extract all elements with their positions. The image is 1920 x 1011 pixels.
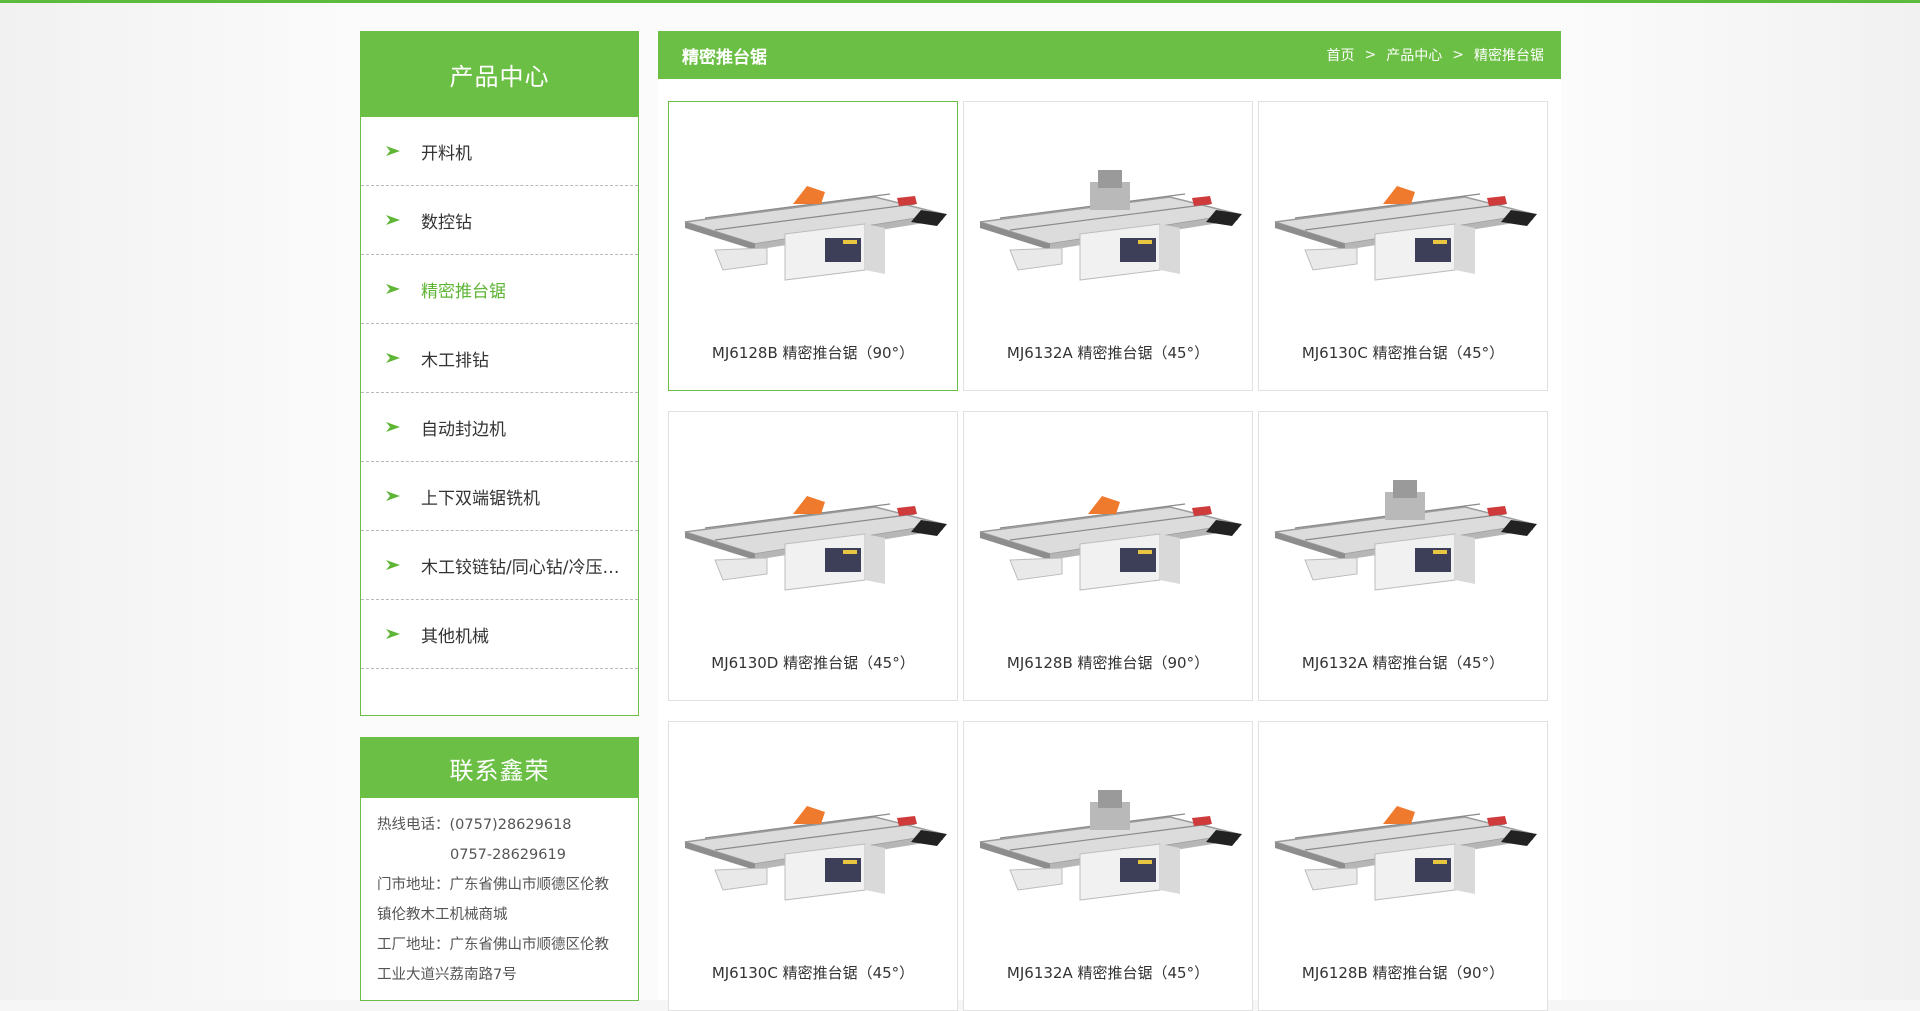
green-arrow-icon [385, 283, 401, 295]
green-arrow-icon [385, 145, 401, 157]
sidebar-category-item[interactable]: 木工排钻 [361, 324, 638, 393]
sidebar: 产品中心 开料机数控钻精密推台锯木工排钻自动封边机上下双端锯铣机木工铰链钻/同心… [360, 31, 639, 1001]
product-image[interactable] [1265, 462, 1543, 612]
sidebar-category-item[interactable]: 上下双端锯铣机 [361, 462, 638, 531]
contact-title: 联系鑫荣 [361, 738, 638, 798]
hotline-number-2: 0757-28629619 [450, 847, 566, 863]
product-title[interactable]: MJ6130C 精密推台锯（45°） [669, 962, 957, 983]
sidebar-category-label: 数控钻 [421, 212, 472, 233]
product-card[interactable]: MJ6132A 精密推台锯（45°） [963, 101, 1253, 391]
green-arrow-icon [385, 628, 401, 640]
green-arrow-icon [385, 352, 401, 364]
product-card[interactable]: MJ6130D 精密推台锯（45°） [668, 411, 958, 701]
product-image[interactable] [970, 152, 1248, 302]
product-card[interactable]: MJ6128B 精密推台锯（90°） [963, 411, 1253, 701]
store-address-line2: 镇伦教木工机械商城 [377, 907, 508, 923]
sidebar-category-label: 木工铰链钻/同心钻/冷压机... [421, 557, 636, 578]
category-list: 开料机数控钻精密推台锯木工排钻自动封边机上下双端锯铣机木工铰链钻/同心钻/冷压机… [361, 117, 638, 669]
main-content: 精密推台锯 首页 > 产品中心 > 精密推台锯 MJ6128B 精密推台锯（90… [658, 31, 1561, 1011]
product-title[interactable]: MJ6132A 精密推台锯（45°） [964, 342, 1252, 363]
product-card[interactable]: MJ6128B 精密推台锯（90°） [1258, 721, 1548, 1011]
product-title[interactable]: MJ6130C 精密推台锯（45°） [1259, 342, 1547, 363]
green-arrow-icon [385, 214, 401, 226]
sidebar-category-item[interactable]: 数控钻 [361, 186, 638, 255]
product-image[interactable] [970, 772, 1248, 922]
contact-panel: 联系鑫荣 热线电话： (0757)28629618 0757-28629619 … [360, 737, 639, 1001]
sidebar-category-label: 其他机械 [421, 626, 489, 647]
breadcrumb: 首页 > 产品中心 > 精密推台锯 [1327, 45, 1544, 65]
store-address-label: 门市地址： [377, 877, 450, 893]
contact-info: 热线电话： (0757)28629618 0757-28629619 门市地址：… [361, 798, 638, 1000]
product-image[interactable] [1265, 152, 1543, 302]
hotline-number-1: (0757)28629618 [449, 817, 572, 833]
product-center-title: 产品中心 [361, 32, 638, 117]
sidebar-category-item[interactable]: 自动封边机 [361, 393, 638, 462]
factory-address-line1: 广东省佛山市顺德区伦教 [449, 937, 610, 953]
product-image[interactable] [970, 462, 1248, 612]
sidebar-category-label: 木工排钻 [421, 350, 489, 371]
green-arrow-icon [385, 421, 401, 433]
product-image[interactable] [675, 462, 953, 612]
breadcrumb-separator: > [1452, 47, 1464, 63]
main-header: 精密推台锯 首页 > 产品中心 > 精密推台锯 [658, 31, 1561, 79]
sidebar-category-item[interactable]: 其他机械 [361, 600, 638, 669]
product-title[interactable]: MJ6130D 精密推台锯（45°） [669, 652, 957, 673]
sidebar-category-item[interactable]: 木工铰链钻/同心钻/冷压机... [361, 531, 638, 600]
sidebar-category-item[interactable]: 精密推台锯 [361, 255, 638, 324]
product-title[interactable]: MJ6128B 精密推台锯（90°） [964, 652, 1252, 673]
breadcrumb-products-link[interactable]: 产品中心 [1386, 45, 1442, 65]
sidebar-category-item[interactable]: 开料机 [361, 117, 638, 186]
breadcrumb-separator: > [1364, 47, 1377, 63]
product-card[interactable]: MJ6132A 精密推台锯（45°） [1258, 411, 1548, 701]
page-title: 精密推台锯 [682, 47, 767, 68]
sidebar-category-label: 开料机 [421, 143, 472, 164]
product-center-panel: 产品中心 开料机数控钻精密推台锯木工排钻自动封边机上下双端锯铣机木工铰链钻/同心… [360, 31, 639, 716]
store-address-line1: 广东省佛山市顺德区伦教 [449, 877, 610, 893]
green-arrow-icon [385, 559, 401, 571]
product-image[interactable] [1265, 772, 1543, 922]
product-title[interactable]: MJ6128B 精密推台锯（90°） [1259, 962, 1547, 983]
product-title[interactable]: MJ6132A 精密推台锯（45°） [964, 962, 1252, 983]
product-title[interactable]: MJ6132A 精密推台锯（45°） [1259, 652, 1547, 673]
product-card[interactable]: MJ6132A 精密推台锯（45°） [963, 721, 1253, 1011]
sidebar-category-label: 自动封边机 [421, 419, 506, 440]
hotline-label: 热线电话： [377, 817, 450, 833]
sidebar-category-label: 精密推台锯 [421, 281, 506, 302]
product-image[interactable] [675, 772, 953, 922]
factory-address-line2: 工业大道兴荔南路7号 [377, 967, 517, 983]
breadcrumb-home-link[interactable]: 首页 [1327, 45, 1355, 65]
product-card[interactable]: MJ6128B 精密推台锯（90°） [668, 101, 958, 391]
product-title[interactable]: MJ6128B 精密推台锯（90°） [669, 342, 957, 363]
product-card[interactable]: MJ6130C 精密推台锯（45°） [668, 721, 958, 1011]
product-image[interactable] [675, 152, 953, 302]
breadcrumb-current: 精密推台锯 [1474, 48, 1544, 64]
green-arrow-icon [385, 490, 401, 502]
sidebar-category-label: 上下双端锯铣机 [421, 488, 540, 509]
product-card[interactable]: MJ6130C 精密推台锯（45°） [1258, 101, 1548, 391]
factory-address-label: 工厂地址： [377, 937, 450, 953]
